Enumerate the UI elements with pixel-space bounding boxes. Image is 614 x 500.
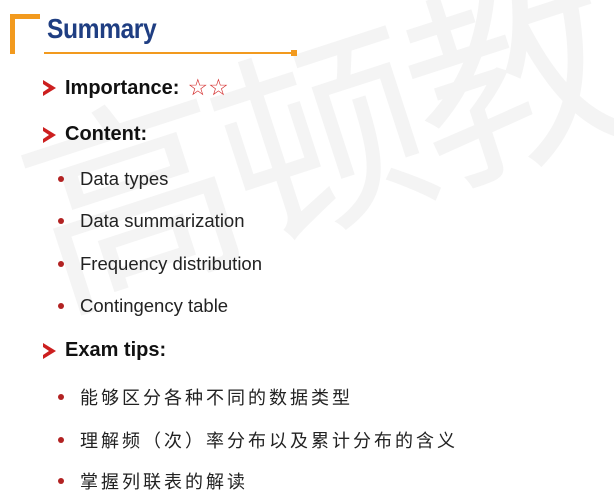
- content-item-text: Contingency table: [80, 295, 229, 316]
- content-item: Frequency distribution: [58, 253, 262, 275]
- bullet-dot-icon: [58, 394, 64, 400]
- title-bracket-decoration: [10, 14, 40, 54]
- exam-tip-text: 理解频（次）率分布以及累计分布的含义: [80, 431, 458, 452]
- bullet-dot-icon: [58, 437, 64, 443]
- content-heading: Content:: [43, 123, 147, 146]
- star-rating-icon: ☆☆: [187, 75, 229, 101]
- bullet-dot-icon: [58, 261, 64, 267]
- exam-tip-text: 掌握列联表的解读: [80, 472, 248, 493]
- arrow-bullet-icon: [43, 80, 56, 96]
- exam-tips-label: Exam tips:: [65, 339, 167, 361]
- exam-tip-item: 能够区分各种不同的数据类型: [58, 384, 353, 410]
- bullet-dot-icon: [58, 478, 64, 484]
- importance-label: Importance:: [65, 76, 180, 99]
- exam-tip-text: 能够区分各种不同的数据类型: [80, 388, 353, 409]
- content-item: Contingency table: [58, 295, 228, 317]
- bullet-dot-icon: [58, 176, 64, 182]
- title-underline-dot: [291, 50, 297, 56]
- content-item-text: Frequency distribution: [80, 253, 263, 274]
- exam-tips-heading: Exam tips:: [43, 339, 166, 362]
- exam-tip-item: 理解频（次）率分布以及累计分布的含义: [58, 427, 458, 453]
- title-underline: [44, 52, 292, 54]
- content-label: Content:: [65, 123, 148, 145]
- content-item: Data summarization: [58, 210, 245, 232]
- exam-tip-item: 掌握列联表的解读: [58, 468, 248, 494]
- importance-heading: Importance: ☆☆: [43, 75, 229, 101]
- bullet-dot-icon: [58, 303, 64, 309]
- content-item: Data types: [58, 168, 168, 190]
- content-item-text: Data types: [80, 168, 169, 189]
- bullet-dot-icon: [58, 218, 64, 224]
- slide-title: Summary: [47, 13, 157, 44]
- arrow-bullet-icon: [43, 342, 56, 359]
- arrow-bullet-icon: [43, 126, 56, 143]
- content-item-text: Data summarization: [80, 210, 245, 231]
